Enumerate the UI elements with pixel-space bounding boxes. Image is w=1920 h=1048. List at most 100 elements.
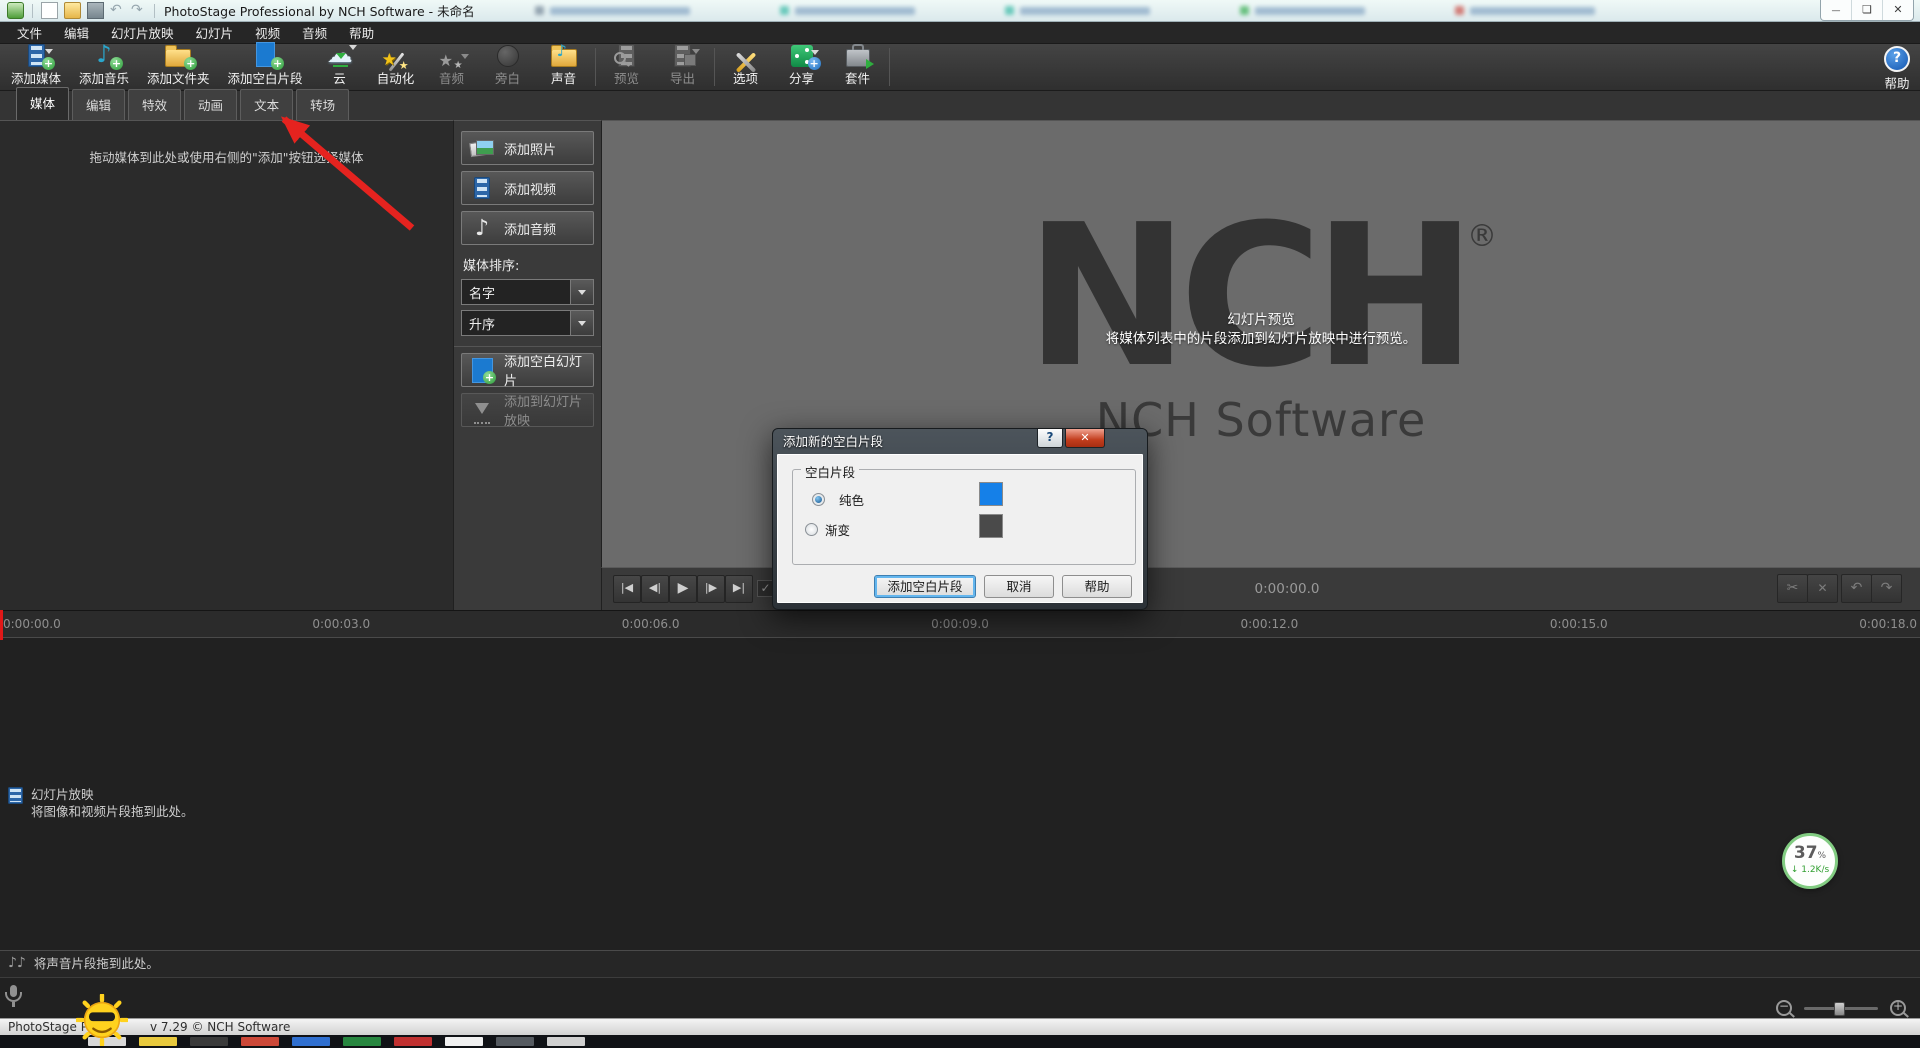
audio-tools-icon (436, 49, 468, 67)
menu-slide[interactable]: 幻灯片 (185, 20, 245, 45)
redo-icon[interactable] (131, 3, 146, 18)
narration-button: 旁白 (480, 47, 536, 90)
taskbar-thumbnail[interactable] (394, 1037, 432, 1046)
redo-icon (1871, 574, 1902, 603)
add-blank-slide-button[interactable]: 添加空白幻灯片 (461, 353, 594, 387)
help-button[interactable]: 帮助 (1884, 46, 1910, 92)
preview-button: 预览 (599, 47, 655, 90)
microphone-icon[interactable] (10, 985, 17, 997)
suite-icon (842, 49, 874, 67)
share-button[interactable]: 分享 (774, 47, 830, 90)
cloud-button[interactable]: 云 (312, 47, 368, 90)
sort-field-value: 名字 (462, 283, 570, 302)
add-media-button[interactable]: 添加媒体 (2, 47, 70, 90)
divider (32, 4, 33, 18)
radio-label: 纯色 (839, 490, 864, 509)
cancel-button[interactable]: 取消 (984, 575, 1054, 598)
help-label: 帮助 (1884, 73, 1909, 92)
download-progress-badge[interactable]: 37% ↓ 1.2K/s (1782, 833, 1838, 889)
toolbar-separator (889, 48, 890, 86)
zoom-slider[interactable] (1804, 1007, 1878, 1010)
save-icon[interactable] (87, 2, 104, 19)
menu-file[interactable]: 文件 (6, 20, 53, 45)
add-music-icon (88, 40, 120, 67)
step-forward-button[interactable] (697, 575, 725, 603)
video-hint-title: 幻灯片放映 (31, 786, 194, 803)
step-back-button[interactable] (641, 575, 669, 603)
tab-transitions[interactable]: 转场 (296, 89, 349, 120)
chevron-down-icon[interactable] (570, 280, 593, 304)
sound-icon (548, 49, 580, 67)
gradient-color-swatch[interactable] (979, 514, 1003, 538)
video-track[interactable]: 幻灯片放映 将图像和视频片段拖到此处。 (0, 637, 1920, 950)
radio-selected-icon[interactable] (812, 493, 825, 506)
new-file-icon[interactable] (41, 2, 58, 19)
taskbar-thumbnail[interactable] (139, 1037, 177, 1046)
minimize-button[interactable] (1821, 0, 1851, 20)
export-icon (667, 44, 699, 67)
zoom-in-icon[interactable] (1890, 1000, 1906, 1016)
audio-track[interactable]: 将声音片段拖到此处。 (0, 950, 1920, 977)
chevron-down-icon[interactable] (570, 311, 593, 335)
tab-edit[interactable]: 编辑 (72, 89, 125, 120)
sort-label: 媒体排序: (463, 255, 592, 274)
maximize-button[interactable] (1851, 0, 1882, 20)
dialog-help-button[interactable]: 帮助 (1062, 575, 1132, 598)
blurred-tab (1455, 6, 1595, 15)
toolbar-label: 旁白 (495, 68, 520, 87)
media-drop-hint: 拖动媒体到此处或使用右侧的"添加"按钮选择媒体 (0, 121, 453, 166)
taskbar-thumbnail[interactable] (496, 1037, 534, 1046)
taskbar-thumbnail[interactable] (547, 1037, 585, 1046)
preview-hint-title: 幻灯片预览 (1106, 311, 1417, 330)
skip-to-end-button[interactable] (725, 575, 753, 603)
sort-field-select[interactable]: 名字 (461, 279, 594, 305)
add-photos-button[interactable]: 添加照片 (461, 131, 594, 165)
solid-color-radio-row[interactable]: 纯色 (805, 488, 864, 511)
skip-to-start-button[interactable] (613, 575, 641, 603)
sound-button[interactable]: 声音 (536, 47, 592, 90)
gradient-radio-row[interactable]: 渐变 (805, 520, 850, 539)
add-blank-slide-icon (469, 358, 495, 382)
add-to-slideshow-button: 添加到幻灯片放映 (461, 393, 594, 427)
audio-hint-text: 将声音片段拖到此处。 (34, 955, 159, 972)
nch-logo-text: NCH (1025, 183, 1467, 411)
playhead-marker[interactable] (0, 610, 3, 640)
add-blank-clip-confirm-button[interactable]: 添加空白片段 (874, 575, 976, 598)
windows-taskbar (0, 1035, 1920, 1048)
sort-order-select[interactable]: 升序 (461, 310, 594, 336)
taskbar-thumbnail[interactable] (292, 1037, 330, 1046)
narration-track[interactable] (0, 977, 1920, 1018)
toolbar-label: 添加文件夹 (147, 68, 210, 87)
options-button[interactable]: 选项 (718, 47, 774, 90)
taskbar-thumbnail[interactable] (343, 1037, 381, 1046)
add-blank-clip-button[interactable]: 添加空白片段 (219, 47, 312, 90)
dialog-help-icon[interactable] (1037, 429, 1063, 448)
solid-color-swatch[interactable] (979, 482, 1003, 506)
zoom-slider-handle[interactable] (1834, 1002, 1845, 1016)
taskbar-thumbnail[interactable] (241, 1037, 279, 1046)
add-music-button[interactable]: 添加音乐 (70, 47, 138, 90)
close-button[interactable] (1882, 0, 1913, 20)
add-video-button[interactable]: 添加视频 (461, 171, 594, 205)
timeline-ruler[interactable]: 0:00:00.0 0:00:03.0 0:00:06.0 0:00:09.0 … (0, 610, 1920, 637)
taskbar-thumbnail[interactable] (190, 1037, 228, 1046)
automation-button[interactable]: 自动化 (368, 47, 424, 90)
radio-icon[interactable] (805, 523, 818, 536)
tab-text[interactable]: 文本 (240, 89, 293, 120)
add-folder-button[interactable]: 添加文件夹 (138, 47, 219, 90)
open-file-icon[interactable] (64, 2, 81, 19)
suite-button[interactable]: 套件 (830, 47, 886, 90)
tab-media[interactable]: 媒体 (16, 87, 69, 120)
divider (154, 4, 155, 18)
tab-effects[interactable]: 特效 (128, 89, 181, 120)
dialog-close-icon[interactable] (1065, 429, 1105, 448)
tab-animation[interactable]: 动画 (184, 89, 237, 120)
play-button[interactable] (669, 575, 697, 603)
undo-icon[interactable] (110, 3, 125, 18)
add-photos-icon (469, 136, 495, 160)
music-notes-icon (8, 955, 26, 972)
taskbar-thumbnail[interactable] (445, 1037, 483, 1046)
media-list-panel[interactable]: 拖动媒体到此处或使用右侧的"添加"按钮选择媒体 (0, 120, 453, 610)
zoom-out-icon[interactable] (1776, 1000, 1792, 1016)
add-audio-button[interactable]: 添加音频 (461, 211, 594, 245)
